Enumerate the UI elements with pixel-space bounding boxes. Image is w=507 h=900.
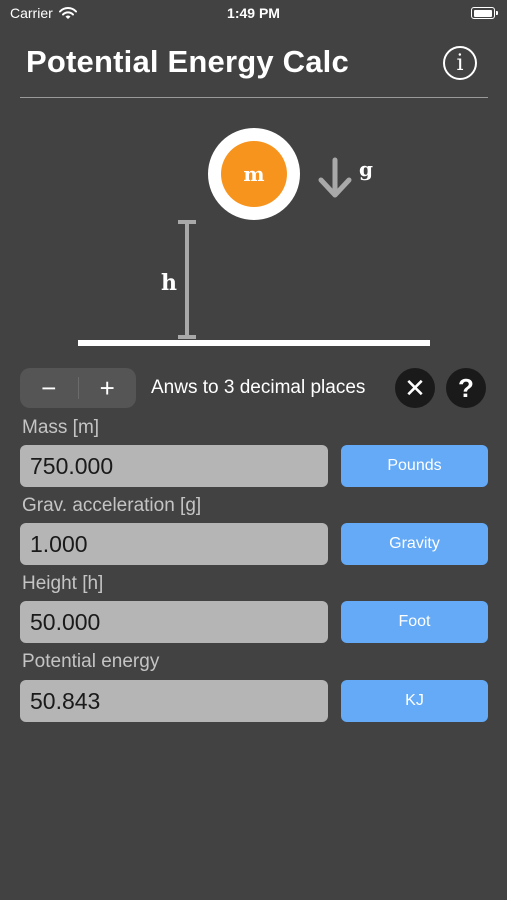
mass-label: Mass [m] [22, 417, 100, 438]
energy-output[interactable]: 50.843 [20, 680, 328, 722]
precision-label: Anws to 3 decimal places [151, 377, 366, 398]
gravity-symbol: g [359, 157, 373, 181]
mass-symbol: m [243, 162, 264, 186]
height-input[interactable]: 50.000 [20, 601, 328, 643]
info-button[interactable]: i [443, 46, 477, 80]
decrease-precision-button[interactable]: − [20, 368, 78, 408]
energy-unit-button[interactable]: KJ [341, 680, 488, 722]
help-button[interactable]: ? [446, 368, 486, 408]
increase-precision-button[interactable]: + [79, 368, 137, 408]
info-icon: i [456, 50, 464, 76]
battery-level [473, 9, 492, 17]
status-bar: Carrier 1:49 PM [0, 0, 507, 28]
height-label: Height [h] [22, 573, 104, 594]
gravity-label: Grav. acceleration [g] [22, 495, 202, 516]
height-symbol: h [161, 270, 177, 296]
gravity-input[interactable]: 1.000 [20, 523, 328, 565]
energy-label: Potential energy [22, 651, 160, 672]
close-icon: ✕ [404, 372, 426, 403]
ground-line [78, 340, 430, 346]
height-bar-icon [178, 220, 196, 339]
height-unit-button[interactable]: Foot [341, 601, 488, 643]
mass-unit-button[interactable]: Pounds [341, 445, 488, 487]
gravity-unit-button[interactable]: Gravity [341, 523, 488, 565]
mass-input[interactable]: 750.000 [20, 445, 328, 487]
status-time: 1:49 PM [227, 5, 280, 21]
gravity-arrow-icon [318, 157, 352, 198]
energy-diagram: m g h [78, 128, 430, 346]
header-divider [20, 97, 488, 98]
battery-icon [471, 7, 498, 19]
page-title: Potential Energy Calc [26, 44, 349, 79]
clear-button[interactable]: ✕ [395, 368, 435, 408]
precision-stepper[interactable]: − + [20, 368, 136, 408]
question-icon: ? [458, 372, 474, 403]
